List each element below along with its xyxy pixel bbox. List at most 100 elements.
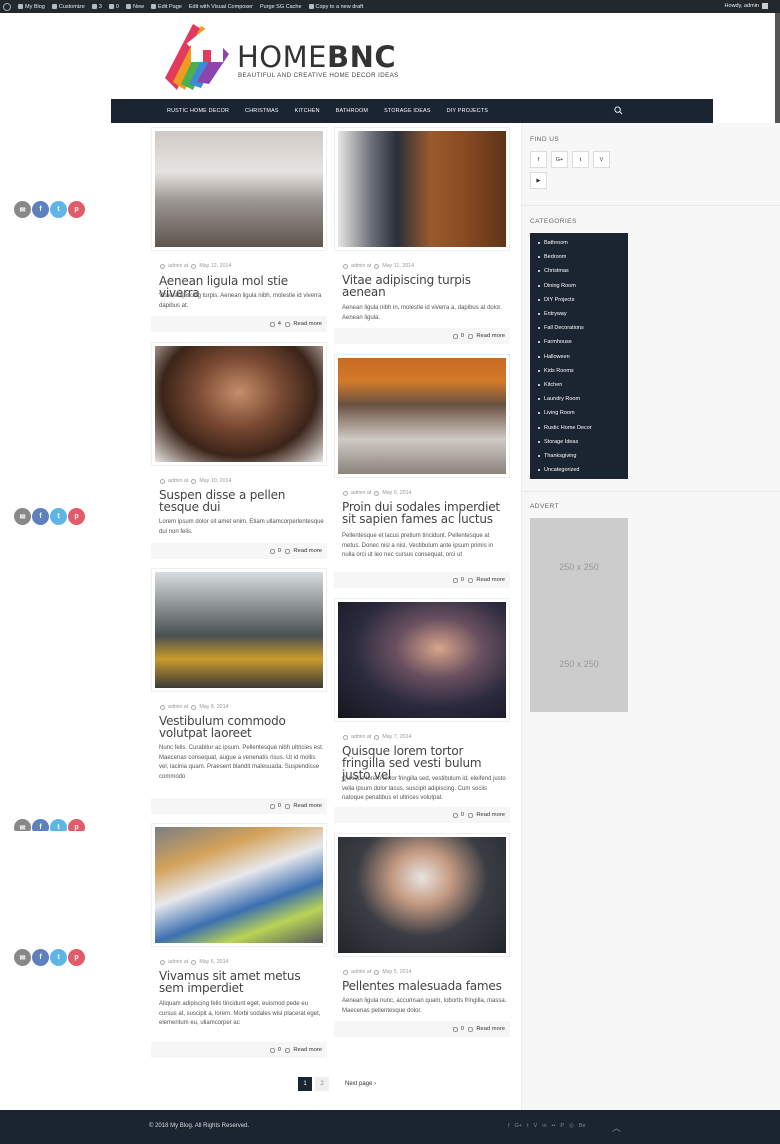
read-more-link[interactable]: Read more xyxy=(468,812,505,818)
back-to-top-icon[interactable]: ︿ xyxy=(612,1121,621,1134)
read-more-link[interactable]: Read more xyxy=(285,1047,322,1053)
category-bathroom[interactable]: Bathroom xyxy=(530,236,628,250)
category-fall-decorations[interactable]: Fall Decorations xyxy=(530,321,628,335)
page-link[interactable]: 2 xyxy=(315,1077,329,1091)
category-storage-ideas[interactable]: Storage Ideas xyxy=(530,435,628,449)
search-icon[interactable] xyxy=(614,106,623,115)
admin-bar-customize[interactable]: Customize xyxy=(51,4,85,10)
post-image[interactable] xyxy=(334,354,510,478)
instagram-icon[interactable]: ◎ xyxy=(569,1123,574,1129)
email-share-icon[interactable]: ✉ xyxy=(14,949,31,966)
category-diy-projects[interactable]: DIY Projects xyxy=(530,293,628,307)
category-living-room[interactable]: Living Room xyxy=(530,406,628,420)
flickr-icon[interactable]: •• xyxy=(552,1123,556,1129)
comment-count[interactable]: 0 xyxy=(269,803,281,809)
read-more-link[interactable]: Read more xyxy=(285,548,322,554)
behance-icon[interactable]: Be xyxy=(579,1123,586,1129)
post-image[interactable] xyxy=(334,598,510,722)
admin-bar-purge-cache[interactable]: Purge SG Cache xyxy=(260,4,302,10)
advert-banner[interactable]: 250 x 250 xyxy=(530,518,628,615)
facebook-share-icon[interactable]: f xyxy=(32,819,49,831)
category-entryway[interactable]: Entryway xyxy=(530,307,628,321)
comment-count[interactable]: 0 xyxy=(269,548,281,554)
category-bedroom[interactable]: Bedroom xyxy=(530,250,628,264)
category-kitchen[interactable]: Kitchen xyxy=(530,378,628,392)
category-rustic-home-decor[interactable]: Rustic Home Decor xyxy=(530,420,628,434)
pinterest-icon[interactable]: P xyxy=(560,1123,564,1129)
twitter-share-icon[interactable]: t xyxy=(50,201,67,218)
post-image[interactable] xyxy=(151,568,327,692)
post-title[interactable]: Vitae adipiscing turpis aenean xyxy=(342,274,507,298)
site-logo[interactable]: HOMEBNC BEAUTIFUL AND CREATIVE HOME DECO… xyxy=(163,20,403,92)
category-kids-rooms[interactable]: Kids Rooms xyxy=(530,364,628,378)
page-current[interactable]: 1 xyxy=(298,1077,312,1091)
twitter-share-icon[interactable]: t xyxy=(50,949,67,966)
email-share-icon[interactable]: ✉ xyxy=(14,201,31,218)
facebook-share-icon[interactable]: f xyxy=(32,201,49,218)
category-dining-room[interactable]: Dining Room xyxy=(530,279,628,293)
vimeo-icon[interactable]: V xyxy=(593,151,610,168)
admin-account[interactable]: Howdy, admin xyxy=(725,3,768,9)
wordpress-icon[interactable] xyxy=(3,2,11,11)
read-more-link[interactable]: Read more xyxy=(468,333,505,339)
admin-bar-new[interactable]: New xyxy=(125,4,144,10)
post-image[interactable] xyxy=(334,127,510,251)
nav-storage-ideas[interactable]: STORAGE IDEAS xyxy=(384,108,431,114)
admin-bar-copy-draft[interactable]: Copy to a new draft xyxy=(308,4,363,10)
read-more-link[interactable]: Read more xyxy=(285,803,322,809)
linkedin-icon[interactable]: in xyxy=(542,1123,546,1129)
post-title[interactable]: Pellentes malesuada fames xyxy=(342,980,507,992)
pinterest-share-icon[interactable]: p xyxy=(68,201,85,218)
google-plus-icon[interactable]: G+ xyxy=(515,1123,523,1129)
pinterest-share-icon[interactable]: p xyxy=(68,508,85,525)
vimeo-icon[interactable]: V xyxy=(534,1123,538,1129)
facebook-icon[interactable]: f xyxy=(508,1123,510,1129)
nav-christmas[interactable]: CHRISTMAS xyxy=(245,108,279,114)
google-plus-icon[interactable]: G+ xyxy=(551,151,568,168)
comment-count[interactable]: 0 xyxy=(452,577,464,583)
email-share-icon[interactable]: ✉ xyxy=(14,819,31,831)
pinterest-share-icon[interactable]: p xyxy=(68,819,85,831)
comment-count[interactable]: 0 xyxy=(452,333,464,339)
read-more-link[interactable]: Read more xyxy=(468,577,505,583)
category-halloween[interactable]: Halloween xyxy=(530,350,628,364)
youtube-icon[interactable]: ▶ xyxy=(530,172,547,189)
category-thanksgiving[interactable]: Thanksgiving xyxy=(530,449,628,463)
admin-bar-comments[interactable]: 0 xyxy=(108,4,119,10)
admin-bar-updates[interactable]: 3 xyxy=(91,4,102,10)
category-uncategorized[interactable]: Uncategorized xyxy=(530,463,628,477)
nav-bathroom[interactable]: BATHROOM xyxy=(336,108,368,114)
post-image[interactable] xyxy=(334,833,510,957)
post-title[interactable]: Vestibulum commodo volutpat laoreet xyxy=(159,715,324,739)
comment-count[interactable]: 0 xyxy=(452,1026,464,1032)
read-more-link[interactable]: Read more xyxy=(468,1026,505,1032)
twitter-icon[interactable]: t xyxy=(572,151,589,168)
comment-count[interactable]: 4 xyxy=(269,321,281,327)
facebook-share-icon[interactable]: f xyxy=(32,949,49,966)
comment-count[interactable]: 0 xyxy=(452,812,464,818)
read-more-link[interactable]: Read more xyxy=(285,321,322,327)
nav-rustic-home-decor[interactable]: RUSTIC HOME DECOR xyxy=(167,108,229,114)
admin-bar-my-blog[interactable]: My Blog xyxy=(18,4,45,10)
post-image[interactable] xyxy=(151,823,327,947)
advert-banner[interactable]: 250 x 250 xyxy=(530,615,628,712)
facebook-icon[interactable]: f xyxy=(530,151,547,168)
email-share-icon[interactable]: ✉ xyxy=(14,508,31,525)
admin-bar-edit-page[interactable]: Edit Page xyxy=(151,4,182,10)
post-title[interactable]: Vivamus sit amet metus sem imperdiet xyxy=(159,970,324,994)
post-title[interactable]: Proin dui sodales imperdiet sit sapien f… xyxy=(342,501,507,525)
next-page-link[interactable]: Next page › xyxy=(345,1081,376,1087)
twitter-share-icon[interactable]: t xyxy=(50,508,67,525)
twitter-icon[interactable]: t xyxy=(527,1123,529,1129)
twitter-share-icon[interactable]: t xyxy=(50,819,67,831)
category-farmhouse[interactable]: Farmhouse xyxy=(530,335,628,349)
comment-count[interactable]: 0 xyxy=(269,1047,281,1053)
post-image[interactable] xyxy=(151,127,327,251)
admin-bar-visual-composer[interactable]: Edit with Visual Composer xyxy=(189,4,253,10)
pinterest-share-icon[interactable]: p xyxy=(68,949,85,966)
nav-kitchen[interactable]: KITCHEN xyxy=(295,108,320,114)
post-image[interactable] xyxy=(151,342,327,466)
facebook-share-icon[interactable]: f xyxy=(32,508,49,525)
post-title[interactable]: Suspen disse a pellen tesque dui xyxy=(159,489,324,513)
category-christmas[interactable]: Christmas xyxy=(530,264,628,278)
